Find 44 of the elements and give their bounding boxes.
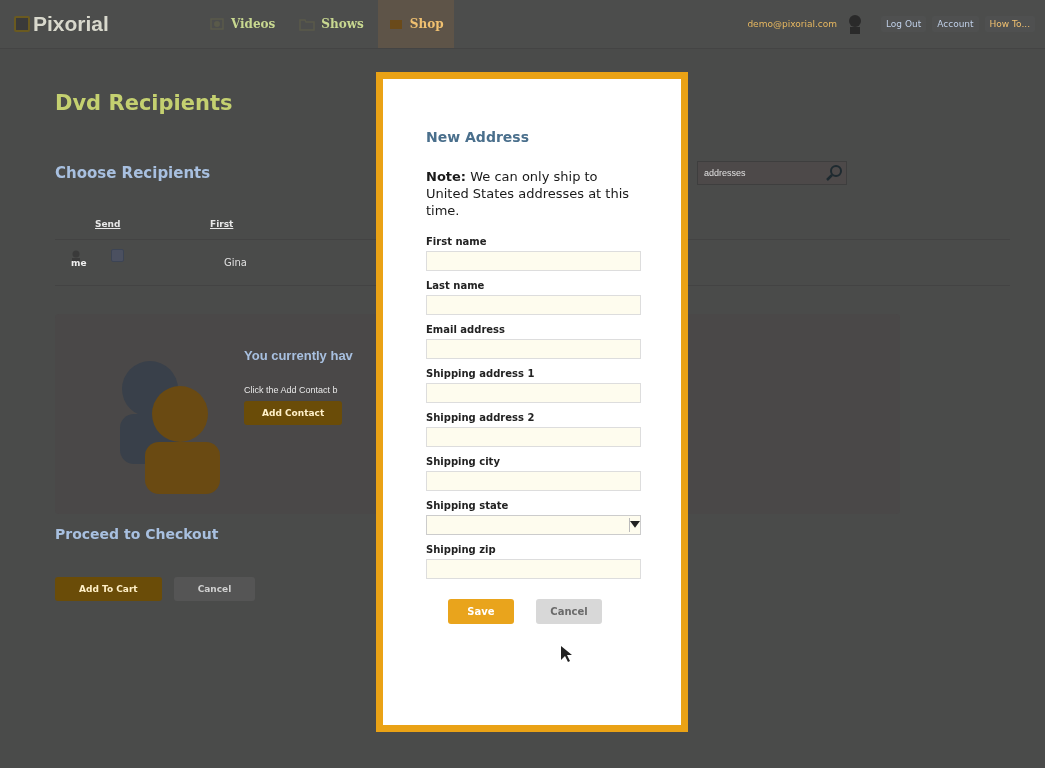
section-heading: Proceed to Checkout: [55, 526, 220, 542]
header-link[interactable]: How To...: [984, 16, 1035, 32]
field-label: Shipping address 2: [426, 411, 536, 423]
add-to-cart-button[interactable]: Add To Cart: [55, 577, 162, 601]
field-label: Shipping state: [426, 499, 510, 511]
column-header[interactable]: Send: [95, 219, 210, 229]
state-dropdown[interactable]: [426, 514, 641, 535]
empty-text: Click the Add Contact b: [244, 385, 338, 395]
input-field[interactable]: [426, 558, 641, 579]
field-label: Shipping city: [426, 455, 501, 467]
field-label: Shipping address 1: [426, 367, 536, 379]
caret-icon: [630, 521, 640, 528]
section-heading: Choose Recipients: [55, 164, 211, 182]
avatar-icon: [847, 14, 863, 34]
field-label: Last name: [426, 279, 486, 291]
header-link[interactable]: Account: [932, 16, 979, 32]
input-field[interactable]: [426, 426, 641, 447]
table-cell: Gina: [224, 257, 247, 268]
input-field[interactable]: [426, 250, 641, 271]
nav-tab[interactable]: Shop: [377, 0, 454, 48]
nav-tab[interactable]: Shows: [289, 0, 374, 48]
logo-icon: [14, 16, 30, 32]
me-label: me: [71, 257, 88, 268]
column-header[interactable]: First: [210, 219, 234, 229]
search-field[interactable]: addresses: [697, 161, 847, 185]
input-field[interactable]: [426, 470, 641, 491]
page-title: Dvd Recipients: [55, 91, 234, 115]
input-field[interactable]: [426, 294, 641, 315]
field-label: First name: [426, 235, 488, 247]
note-text: Note: We can only ship to United States addresses at this time.: [426, 169, 631, 220]
field-label: Email address: [426, 323, 507, 335]
logo-text: Pixorial: [33, 12, 109, 36]
user-email[interactable]: demo@pixorial.com: [747, 19, 837, 29]
search-icon: [825, 164, 843, 182]
empty-heading: You currently hav: [244, 348, 353, 363]
nav-tab[interactable]: Videos: [198, 0, 286, 48]
basket-icon: [387, 17, 404, 31]
add-contact-button[interactable]: Add Contact: [244, 401, 343, 425]
header-link[interactable]: Log Out: [881, 16, 927, 32]
field-label: Shipping zip: [426, 543, 497, 555]
dialog-title: New Address: [426, 129, 530, 145]
cursor-icon: [560, 645, 572, 663]
input-field[interactable]: [426, 382, 641, 403]
input-field[interactable]: [426, 338, 641, 359]
